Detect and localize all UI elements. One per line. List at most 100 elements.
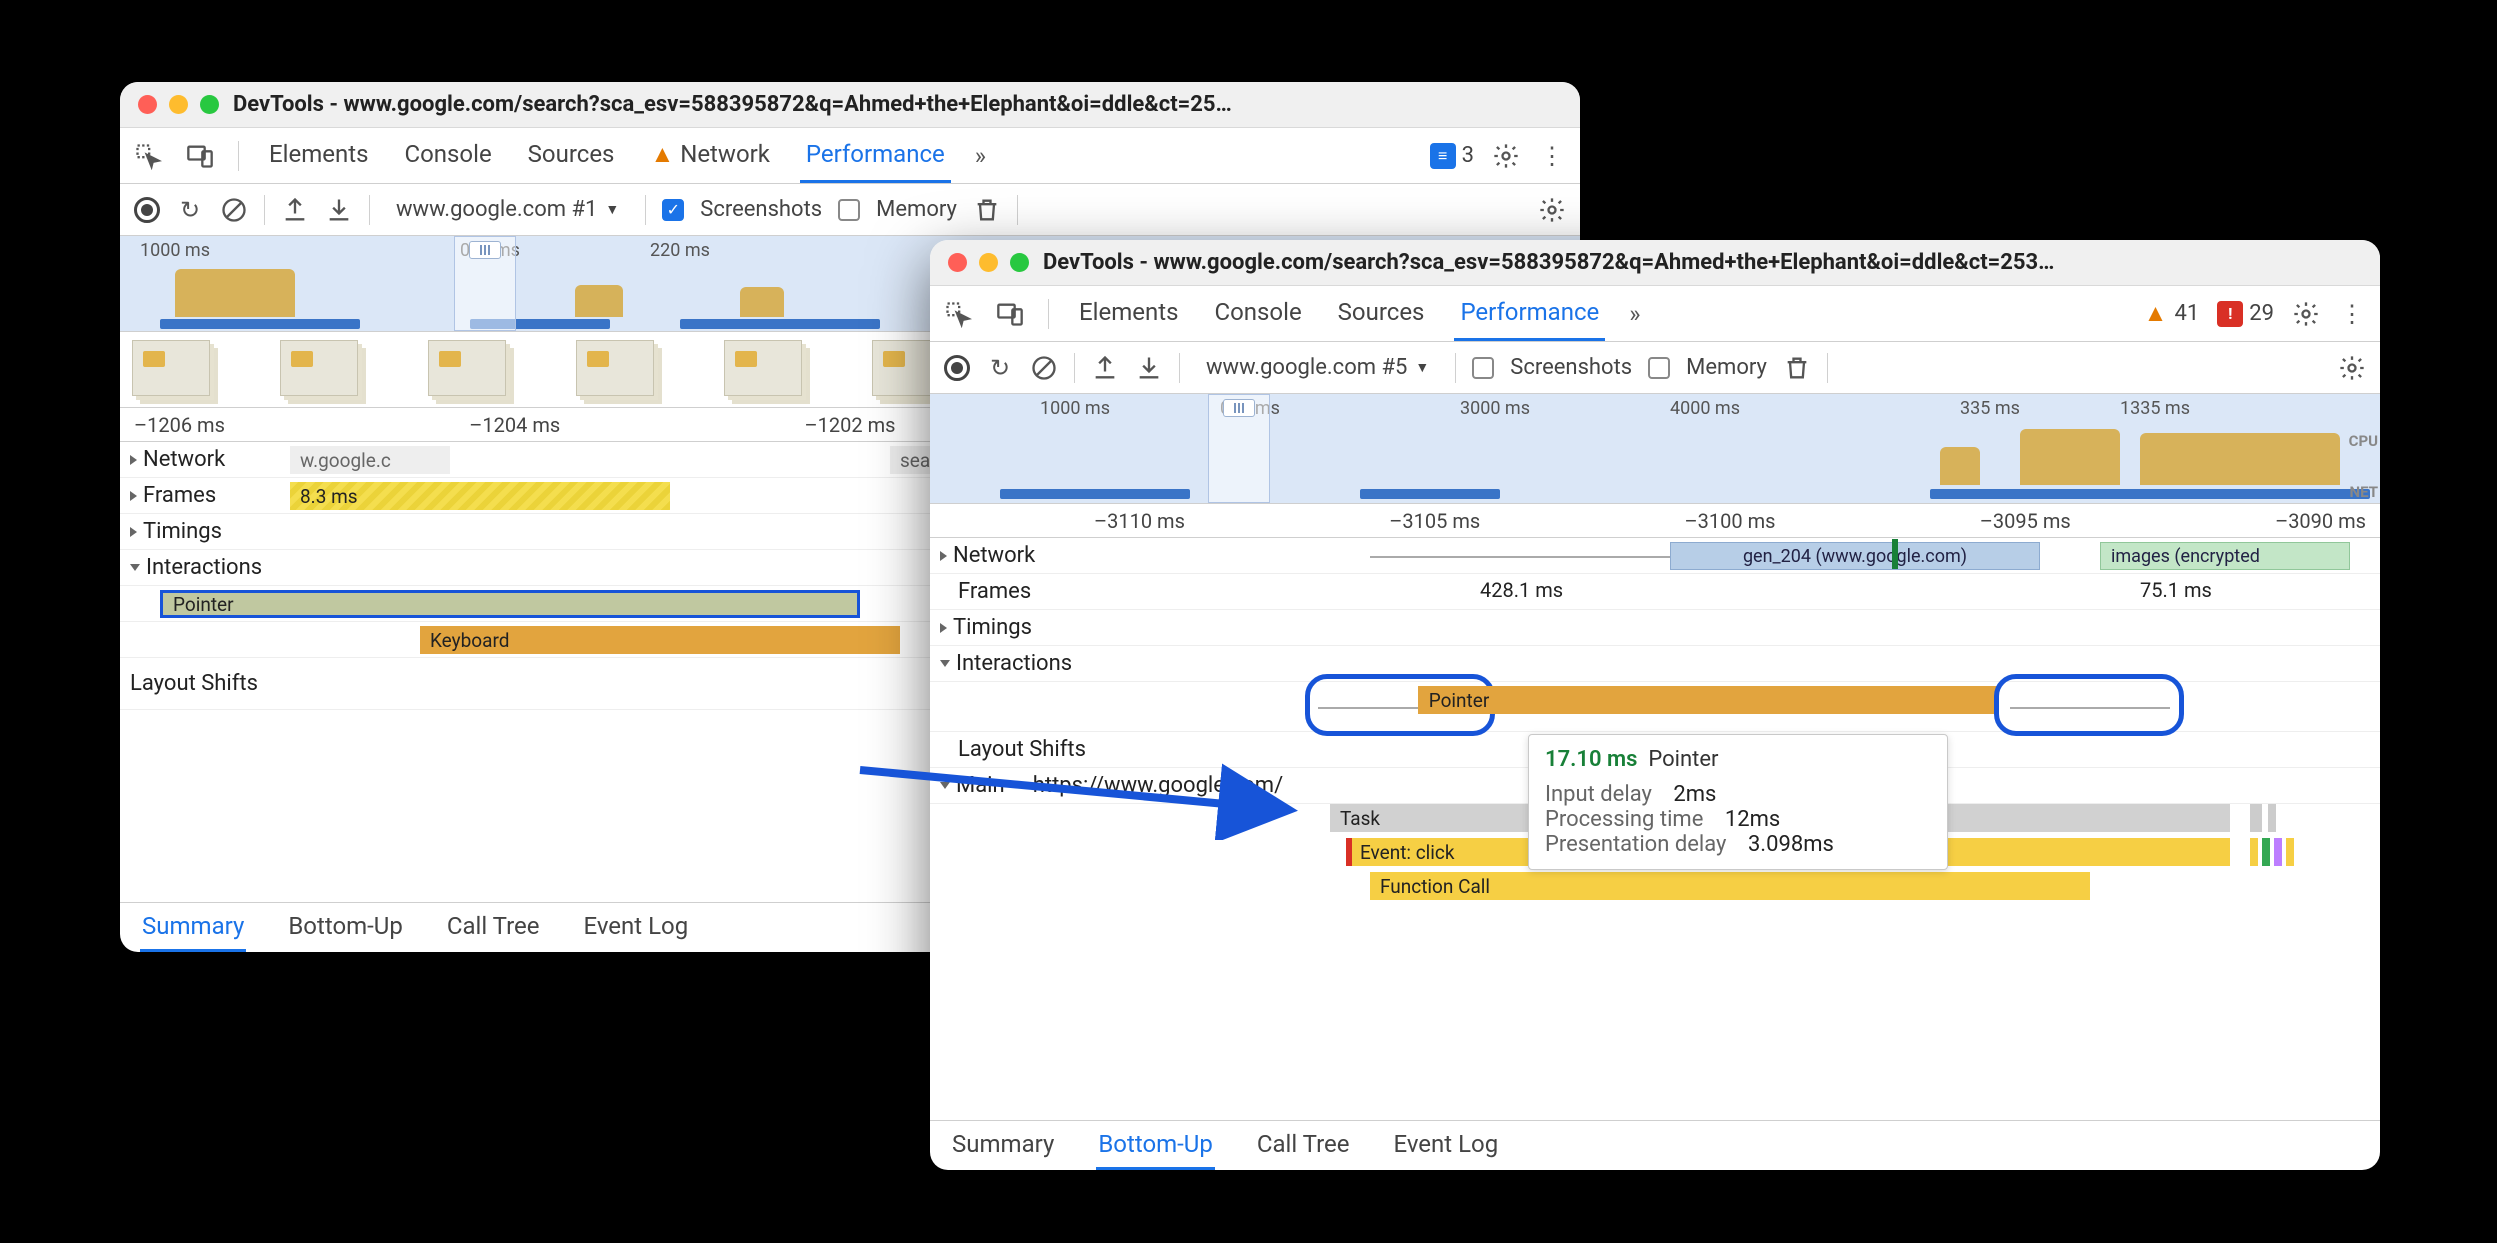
minimize-icon[interactable] [169, 95, 188, 114]
tab-sources[interactable]: Sources [522, 128, 621, 183]
download-icon[interactable] [1135, 354, 1163, 382]
track-label-text: Network [143, 447, 225, 472]
tab-performance[interactable]: Performance [800, 128, 951, 183]
flame-chart[interactable]: Network gen_204 (www.google.com) images … [930, 538, 2380, 1120]
track-network[interactable]: Network gen_204 (www.google.com) images … [930, 538, 2380, 574]
interaction-tooltip: 17.10 ms Pointer Input delay 2ms Process… [1528, 734, 1948, 870]
thumbnail[interactable] [428, 340, 506, 396]
download-icon[interactable] [325, 196, 353, 224]
caret-right-icon [130, 491, 137, 501]
frame-duration: 75.1 ms [2140, 578, 2212, 602]
trash-icon[interactable] [1783, 354, 1811, 382]
memory-checkbox[interactable] [1648, 357, 1670, 379]
more-tabs-icon[interactable]: » [975, 142, 986, 170]
tab-console[interactable]: Console [398, 128, 497, 183]
divider [1074, 353, 1075, 383]
warning-badge[interactable]: ▲ 41 [2143, 301, 2200, 327]
time-ruler[interactable]: –3110 ms –3105 ms –3100 ms –3095 ms –309… [930, 504, 2380, 538]
reload-icon[interactable]: ↻ [986, 354, 1014, 382]
titlebar[interactable]: DevTools - www.google.com/search?sca_esv… [120, 82, 1580, 128]
screenshots-checkbox[interactable] [1472, 357, 1494, 379]
warning-count: 41 [2175, 301, 2200, 326]
bottom-tabbar: Summary Bottom-Up Call Tree Event Log [930, 1120, 2380, 1170]
close-icon[interactable] [948, 253, 967, 272]
tab-network[interactable]: ▲ Network [644, 128, 775, 183]
device-icon[interactable] [186, 142, 214, 170]
interaction-keyboard[interactable]: Keyboard [420, 626, 900, 654]
network-request[interactable]: gen_204 (www.google.com) [1670, 542, 2040, 570]
overview-minimap[interactable]: 1000 ms 000 ms 3000 ms 4000 ms 335 ms 13… [930, 394, 2380, 504]
traffic-lights[interactable] [138, 95, 219, 114]
clear-icon[interactable] [1030, 354, 1058, 382]
track-timings[interactable]: Timings [930, 610, 2380, 646]
btab-call-tree[interactable]: Call Tree [445, 903, 542, 952]
thumbnail[interactable] [576, 340, 654, 396]
gear-icon[interactable] [2292, 300, 2320, 328]
btab-call-tree[interactable]: Call Tree [1255, 1121, 1352, 1170]
tab-elements[interactable]: Elements [263, 128, 374, 183]
maximize-icon[interactable] [1010, 253, 1029, 272]
kebab-icon[interactable]: ⋮ [1538, 142, 1566, 170]
track-frames[interactable]: Frames 428.1 ms 75.1 ms [930, 574, 2380, 610]
caret-right-icon [940, 551, 947, 561]
gear-icon[interactable] [2338, 354, 2366, 382]
ov-tick: 220 ms [650, 240, 710, 261]
trash-icon[interactable] [973, 196, 1001, 224]
divider [645, 195, 646, 225]
traffic-lights[interactable] [948, 253, 1029, 272]
tab-performance[interactable]: Performance [1454, 286, 1605, 341]
reload-icon[interactable]: ↻ [176, 196, 204, 224]
kebab-icon[interactable]: ⋮ [2338, 300, 2366, 328]
upload-icon[interactable] [1091, 354, 1119, 382]
tab-console[interactable]: Console [1208, 286, 1307, 341]
screenshots-checkbox[interactable]: ✓ [662, 199, 684, 221]
btab-bottom-up[interactable]: Bottom-Up [1096, 1121, 1215, 1170]
frame-bar[interactable]: 8.3 ms [290, 482, 670, 510]
clear-icon[interactable] [220, 196, 248, 224]
divider [1017, 195, 1018, 225]
interaction-pointer[interactable]: Pointer [160, 590, 860, 618]
flame-fn-call[interactable]: Function Call [1370, 872, 2090, 900]
overview-handle[interactable] [1208, 394, 1270, 503]
interaction-pointer-row[interactable]: Pointer [930, 682, 2380, 732]
tt-key: Presentation delay [1545, 832, 1726, 857]
chevron-down-icon: ▼ [1415, 359, 1429, 376]
minimize-icon[interactable] [979, 253, 998, 272]
thumbnail[interactable] [280, 340, 358, 396]
close-icon[interactable] [138, 95, 157, 114]
overview-handle[interactable] [454, 236, 516, 331]
memory-checkbox[interactable] [838, 199, 860, 221]
thumbnail[interactable] [724, 340, 802, 396]
btab-event-log[interactable]: Event Log [1391, 1121, 1500, 1170]
tooltip-duration: 17.10 ms [1545, 747, 1637, 772]
session-picker[interactable]: www.google.com #1 ▼ [386, 195, 629, 224]
cpu-activity [1940, 447, 1980, 485]
btab-event-log[interactable]: Event Log [581, 903, 690, 952]
gear-icon[interactable] [1538, 196, 1566, 224]
error-badge[interactable]: ! 29 [2217, 301, 2274, 327]
btab-bottom-up[interactable]: Bottom-Up [286, 903, 405, 952]
interaction-pointer[interactable] [1418, 686, 1998, 714]
network-request[interactable]: images (encrypted [2100, 542, 2350, 570]
session-picker[interactable]: www.google.com #5 ▼ [1196, 353, 1439, 382]
tab-elements[interactable]: Elements [1073, 286, 1184, 341]
more-tabs-icon[interactable]: » [1629, 300, 1640, 328]
tt-key: Processing time [1545, 807, 1703, 832]
titlebar[interactable]: DevTools - www.google.com/search?sca_esv… [930, 240, 2380, 286]
record-button[interactable] [134, 197, 160, 223]
network-request[interactable]: w.google.c [290, 446, 450, 474]
panel-tabs: Elements Console Sources ▲ Network Perfo… [120, 128, 1580, 184]
inspect-icon[interactable] [944, 300, 972, 328]
maximize-icon[interactable] [200, 95, 219, 114]
record-button[interactable] [944, 355, 970, 381]
messages-badge[interactable]: ≡ 3 [1430, 143, 1474, 169]
btab-summary[interactable]: Summary [950, 1121, 1056, 1170]
thumbnail[interactable] [132, 340, 210, 396]
inspect-icon[interactable] [134, 142, 162, 170]
upload-icon[interactable] [281, 196, 309, 224]
gear-icon[interactable] [1492, 142, 1520, 170]
message-icon: ≡ [1430, 143, 1456, 169]
tab-sources[interactable]: Sources [1332, 286, 1431, 341]
device-icon[interactable] [996, 300, 1024, 328]
btab-summary[interactable]: Summary [140, 903, 246, 952]
